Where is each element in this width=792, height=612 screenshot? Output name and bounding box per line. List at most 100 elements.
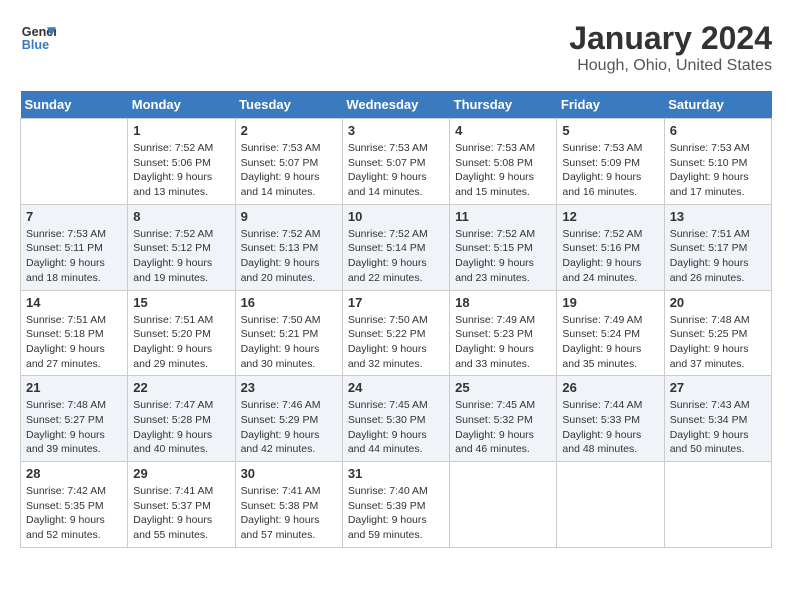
calendar-cell: 1 Sunrise: 7:52 AMSunset: 5:06 PMDaylight… xyxy=(128,119,235,205)
day-number: 3 xyxy=(348,123,444,138)
day-number: 18 xyxy=(455,295,551,310)
day-info: Sunrise: 7:46 AMSunset: 5:29 PMDaylight:… xyxy=(241,398,337,457)
day-number: 31 xyxy=(348,466,444,481)
day-number: 7 xyxy=(26,209,122,224)
calendar-cell: 8Sunrise: 7:52 AMSunset: 5:12 PMDaylight… xyxy=(128,204,235,290)
day-info: Sunrise: 7:48 AMSunset: 5:25 PMDaylight:… xyxy=(670,313,766,372)
week-row-4: 21 Sunrise: 7:48 AMSunset: 5:27 PMDayligh… xyxy=(21,376,772,462)
calendar-cell: 26 Sunrise: 7:44 AMSunset: 5:33 PMDayligh… xyxy=(557,376,664,462)
calendar-cell: 17 Sunrise: 7:50 AMSunset: 5:22 PMDayligh… xyxy=(342,290,449,376)
calendar-cell: 31 Sunrise: 7:40 AMSunset: 5:39 PMDayligh… xyxy=(342,462,449,548)
day-info: Sunrise: 7:44 AMSunset: 5:33 PMDaylight:… xyxy=(562,398,658,457)
calendar-cell: 12 Sunrise: 7:52 AMSunset: 5:16 PMDayligh… xyxy=(557,204,664,290)
day-info: Sunrise: 7:41 AMSunset: 5:37 PMDaylight:… xyxy=(133,484,229,543)
day-number: 20 xyxy=(670,295,766,310)
calendar-cell: 20 Sunrise: 7:48 AMSunset: 5:25 PMDayligh… xyxy=(664,290,771,376)
calendar-cell: 4Sunrise: 7:53 AMSunset: 5:08 PMDaylight… xyxy=(450,119,557,205)
header-saturday: Saturday xyxy=(664,91,771,119)
day-info: Sunrise: 7:50 AMSunset: 5:21 PMDaylight:… xyxy=(241,313,337,372)
week-row-3: 14Sunrise: 7:51 AMSunset: 5:18 PMDayligh… xyxy=(21,290,772,376)
calendar-cell xyxy=(557,462,664,548)
calendar-cell: 3 Sunrise: 7:53 AMSunset: 5:07 PMDaylight… xyxy=(342,119,449,205)
day-info: Sunrise: 7:52 AMSunset: 5:06 PMDaylight:… xyxy=(133,141,229,200)
calendar-cell: 11 Sunrise: 7:52 AMSunset: 5:15 PMDayligh… xyxy=(450,204,557,290)
subtitle: Hough, Ohio, United States xyxy=(569,57,772,75)
calendar-table: SundayMondayTuesdayWednesdayThursdayFrid… xyxy=(20,91,772,548)
logo: General Blue xyxy=(20,20,56,56)
day-info: Sunrise: 7:50 AMSunset: 5:22 PMDaylight:… xyxy=(348,313,444,372)
week-row-2: 7 Sunrise: 7:53 AMSunset: 5:11 PMDaylight… xyxy=(21,204,772,290)
day-info: Sunrise: 7:49 AMSunset: 5:23 PMDaylight:… xyxy=(455,313,551,372)
day-number: 12 xyxy=(562,209,658,224)
day-number: 17 xyxy=(348,295,444,310)
calendar-cell: 28 Sunrise: 7:42 AMSunset: 5:35 PMDayligh… xyxy=(21,462,128,548)
calendar-cell: 10Sunrise: 7:52 AMSunset: 5:14 PMDayligh… xyxy=(342,204,449,290)
day-number: 5 xyxy=(562,123,658,138)
day-info: Sunrise: 7:51 AMSunset: 5:20 PMDaylight:… xyxy=(133,313,229,372)
day-number: 14 xyxy=(26,295,122,310)
calendar-cell: 6 Sunrise: 7:53 AMSunset: 5:10 PMDaylight… xyxy=(664,119,771,205)
calendar-cell: 13 Sunrise: 7:51 AMSunset: 5:17 PMDayligh… xyxy=(664,204,771,290)
calendar-cell: 15 Sunrise: 7:51 AMSunset: 5:20 PMDayligh… xyxy=(128,290,235,376)
day-number: 25 xyxy=(455,380,551,395)
calendar-header-row: SundayMondayTuesdayWednesdayThursdayFrid… xyxy=(21,91,772,119)
calendar-cell: 25Sunrise: 7:45 AMSunset: 5:32 PMDayligh… xyxy=(450,376,557,462)
day-number: 23 xyxy=(241,380,337,395)
day-info: Sunrise: 7:52 AMSunset: 5:16 PMDaylight:… xyxy=(562,227,658,286)
day-number: 29 xyxy=(133,466,229,481)
calendar-cell: 21 Sunrise: 7:48 AMSunset: 5:27 PMDayligh… xyxy=(21,376,128,462)
calendar-cell xyxy=(21,119,128,205)
logo-icon: General Blue xyxy=(20,20,56,56)
calendar-cell: 30 Sunrise: 7:41 AMSunset: 5:38 PMDayligh… xyxy=(235,462,342,548)
day-info: Sunrise: 7:42 AMSunset: 5:35 PMDaylight:… xyxy=(26,484,122,543)
title-area: January 2024 Hough, Ohio, United States xyxy=(569,20,772,75)
day-info: Sunrise: 7:51 AMSunset: 5:17 PMDaylight:… xyxy=(670,227,766,286)
day-number: 9 xyxy=(241,209,337,224)
day-info: Sunrise: 7:53 AMSunset: 5:07 PMDaylight:… xyxy=(241,141,337,200)
day-number: 26 xyxy=(562,380,658,395)
day-info: Sunrise: 7:48 AMSunset: 5:27 PMDaylight:… xyxy=(26,398,122,457)
day-info: Sunrise: 7:53 AMSunset: 5:07 PMDaylight:… xyxy=(348,141,444,200)
day-info: Sunrise: 7:52 AMSunset: 5:15 PMDaylight:… xyxy=(455,227,551,286)
day-info: Sunrise: 7:49 AMSunset: 5:24 PMDaylight:… xyxy=(562,313,658,372)
calendar-cell: 23 Sunrise: 7:46 AMSunset: 5:29 PMDayligh… xyxy=(235,376,342,462)
day-number: 28 xyxy=(26,466,122,481)
day-info: Sunrise: 7:53 AMSunset: 5:09 PMDaylight:… xyxy=(562,141,658,200)
day-number: 4 xyxy=(455,123,551,138)
calendar-cell: 24Sunrise: 7:45 AMSunset: 5:30 PMDayligh… xyxy=(342,376,449,462)
day-info: Sunrise: 7:53 AMSunset: 5:11 PMDaylight:… xyxy=(26,227,122,286)
header-wednesday: Wednesday xyxy=(342,91,449,119)
day-info: Sunrise: 7:41 AMSunset: 5:38 PMDaylight:… xyxy=(241,484,337,543)
day-info: Sunrise: 7:40 AMSunset: 5:39 PMDaylight:… xyxy=(348,484,444,543)
day-number: 30 xyxy=(241,466,337,481)
day-number: 15 xyxy=(133,295,229,310)
svg-text:Blue: Blue xyxy=(22,38,49,52)
day-number: 1 xyxy=(133,123,229,138)
day-info: Sunrise: 7:52 AMSunset: 5:13 PMDaylight:… xyxy=(241,227,337,286)
calendar-cell xyxy=(664,462,771,548)
day-number: 16 xyxy=(241,295,337,310)
day-number: 13 xyxy=(670,209,766,224)
calendar-cell: 27 Sunrise: 7:43 AMSunset: 5:34 PMDayligh… xyxy=(664,376,771,462)
header-thursday: Thursday xyxy=(450,91,557,119)
header-sunday: Sunday xyxy=(21,91,128,119)
day-info: Sunrise: 7:53 AMSunset: 5:10 PMDaylight:… xyxy=(670,141,766,200)
day-number: 2 xyxy=(241,123,337,138)
header-friday: Friday xyxy=(557,91,664,119)
calendar-cell xyxy=(450,462,557,548)
day-number: 6 xyxy=(670,123,766,138)
day-number: 27 xyxy=(670,380,766,395)
week-row-1: 1 Sunrise: 7:52 AMSunset: 5:06 PMDaylight… xyxy=(21,119,772,205)
header: General Blue January 2024 Hough, Ohio, U… xyxy=(20,20,772,75)
day-number: 24 xyxy=(348,380,444,395)
day-number: 8 xyxy=(133,209,229,224)
day-info: Sunrise: 7:43 AMSunset: 5:34 PMDaylight:… xyxy=(670,398,766,457)
day-number: 21 xyxy=(26,380,122,395)
week-row-5: 28 Sunrise: 7:42 AMSunset: 5:35 PMDayligh… xyxy=(21,462,772,548)
calendar-cell: 2 Sunrise: 7:53 AMSunset: 5:07 PMDaylight… xyxy=(235,119,342,205)
calendar-cell: 14Sunrise: 7:51 AMSunset: 5:18 PMDayligh… xyxy=(21,290,128,376)
calendar-cell: 18 Sunrise: 7:49 AMSunset: 5:23 PMDayligh… xyxy=(450,290,557,376)
day-info: Sunrise: 7:47 AMSunset: 5:28 PMDaylight:… xyxy=(133,398,229,457)
day-number: 10 xyxy=(348,209,444,224)
day-number: 11 xyxy=(455,209,551,224)
